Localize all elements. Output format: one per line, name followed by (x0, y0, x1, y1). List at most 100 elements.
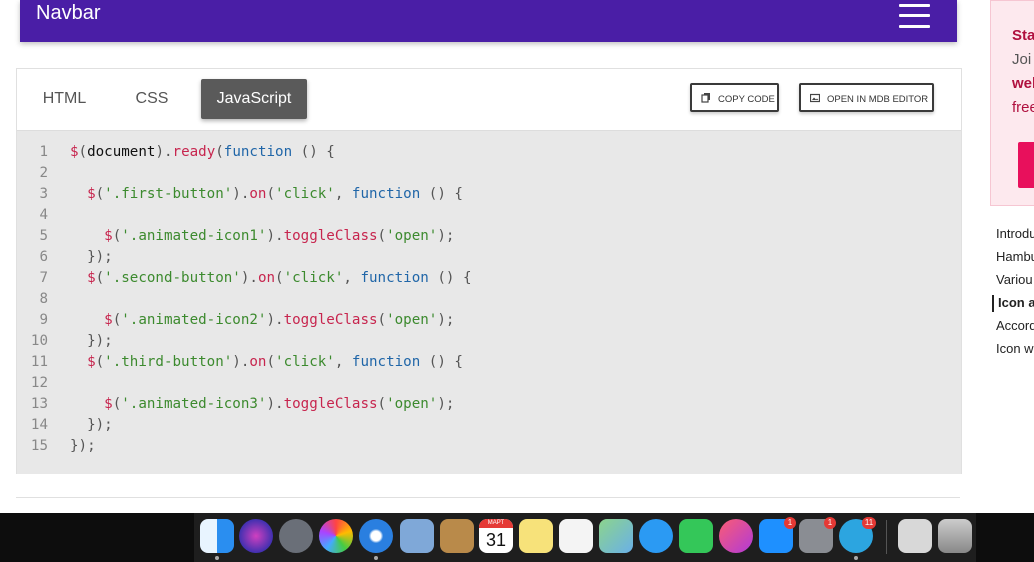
messages-icon[interactable] (639, 519, 673, 553)
hamburger-menu-icon[interactable] (899, 4, 930, 28)
line-number: 10 (30, 333, 48, 349)
dock-running-dot (374, 556, 378, 560)
code-token: toggleClass (283, 228, 378, 244)
code-token: function (351, 186, 421, 202)
siri-icon[interactable] (239, 519, 273, 553)
calendar-month: МАРТ (479, 519, 513, 528)
dock-running-dot (215, 556, 219, 560)
toc-active-marker (992, 295, 994, 312)
code-token: ( (95, 270, 105, 286)
code-token: () { (420, 354, 463, 370)
toc-item-hamburger[interactable]: Hambu (996, 249, 1034, 264)
code-text: $(document).ready(function () { (70, 142, 335, 163)
copy-code-button[interactable]: COPY CODE (690, 83, 779, 112)
code-token: 'open' (386, 396, 438, 412)
divider (16, 497, 960, 498)
notes-icon[interactable] (519, 519, 553, 553)
line-number: 3 (39, 186, 48, 202)
trash-icon[interactable] (938, 519, 972, 553)
promo-text-2: wel (1012, 75, 1034, 92)
code-token: 'click' (275, 354, 335, 370)
promo-text-3: free (1012, 99, 1034, 116)
code-token: ); (437, 228, 455, 244)
code-text: $('.animated-icon1').toggleClass('open')… (70, 226, 454, 247)
launchpad-icon[interactable] (279, 519, 313, 553)
code-token: ( (377, 396, 387, 412)
system-preferences-badge: 1 (824, 517, 836, 529)
safari-icon[interactable] (359, 519, 393, 553)
music-icon[interactable] (719, 519, 753, 553)
code-token: ); (437, 312, 455, 328)
facetime-icon[interactable] (679, 519, 713, 553)
code-token: function (351, 354, 421, 370)
mail-stamp-icon[interactable] (400, 519, 434, 553)
code-text: $('.second-button').on('click', function… (70, 268, 472, 289)
toc-item-various[interactable]: Variou (996, 272, 1033, 287)
promo-button[interactable] (1018, 142, 1034, 188)
line-number: 7 (39, 270, 48, 286)
code-text: $('.animated-icon3').toggleClass('open')… (70, 394, 454, 415)
code-token: () { (420, 186, 463, 202)
calendar-day: 31 (485, 530, 507, 550)
code-token: document (87, 144, 156, 160)
preview-icon[interactable] (898, 519, 932, 553)
code-token: function (223, 144, 293, 160)
code-token: ( (95, 186, 105, 202)
tab-html[interactable]: HTML (27, 79, 102, 119)
code-token: 'open' (386, 312, 438, 328)
code-token: ( (266, 186, 276, 202)
toc-item-accordion[interactable]: Accord (996, 318, 1034, 333)
code-text: }); (70, 415, 113, 436)
code-token: ( (78, 144, 88, 160)
code-token: ( (275, 270, 284, 286)
code-token: ( (377, 228, 387, 244)
code-token: ready (172, 144, 216, 160)
code-token: () { (428, 270, 472, 286)
code-text: }); (70, 331, 113, 352)
tab-css[interactable]: CSS (117, 79, 187, 119)
code-token: ( (215, 144, 224, 160)
line-number: 9 (39, 312, 48, 328)
tab-javascript[interactable]: JavaScript (201, 79, 307, 119)
code-token: ). (266, 396, 284, 412)
navbar-brand[interactable]: Navbar (36, 2, 100, 25)
code-token: ). (232, 186, 250, 202)
code-token: }); (70, 249, 113, 265)
code-text: $('.first-button').on('click', function … (70, 184, 463, 205)
toc-item-introduction[interactable]: Introdu (996, 226, 1034, 241)
copy-icon (701, 93, 710, 103)
code-token: on (257, 270, 276, 286)
code-token: ). (266, 228, 284, 244)
code-token: toggleClass (283, 312, 378, 328)
contacts-icon[interactable] (440, 519, 474, 553)
code-panel: HTML CSS JavaScript COPY CODE OPEN IN MD… (16, 68, 962, 474)
maps-icon[interactable] (599, 519, 633, 553)
reminders-icon[interactable] (559, 519, 593, 553)
code-token: function (360, 270, 429, 286)
promo-text-1: Joi (1012, 51, 1032, 68)
photos-icon[interactable] (319, 519, 353, 553)
code-token: ). (155, 144, 173, 160)
finder-icon[interactable] (200, 519, 234, 553)
line-number: 14 (30, 417, 48, 433)
code-token: '.animated-icon1' (121, 228, 267, 244)
toc-item-icon-animation[interactable]: Icon a (998, 295, 1034, 310)
open-in-editor-button[interactable]: OPEN IN MDB EDITOR (799, 83, 934, 112)
calendar-icon[interactable]: МАРТ 31 (479, 519, 513, 553)
code-tabs: HTML CSS JavaScript COPY CODE OPEN IN MD… (17, 69, 961, 130)
code-token: }); (70, 333, 113, 349)
line-number: 1 (39, 144, 48, 160)
code-token: $ (70, 312, 113, 328)
copy-code-label: COPY CODE (718, 94, 775, 105)
code-token: '.animated-icon3' (121, 396, 267, 412)
code-token: $ (70, 354, 96, 370)
toc-item-icon-with[interactable]: Icon w (996, 341, 1034, 356)
code-token: 'click' (275, 186, 335, 202)
code-token: 'click' (283, 270, 344, 286)
line-number: 15 (30, 438, 48, 454)
code-token: '.animated-icon2' (121, 312, 267, 328)
code-block: 1 $(document).ready(function () {2 3 $('.f… (17, 130, 961, 474)
code-token: ). (240, 270, 258, 286)
code-token: $ (70, 228, 113, 244)
code-text: $('.animated-icon2').toggleClass('open')… (70, 310, 454, 331)
